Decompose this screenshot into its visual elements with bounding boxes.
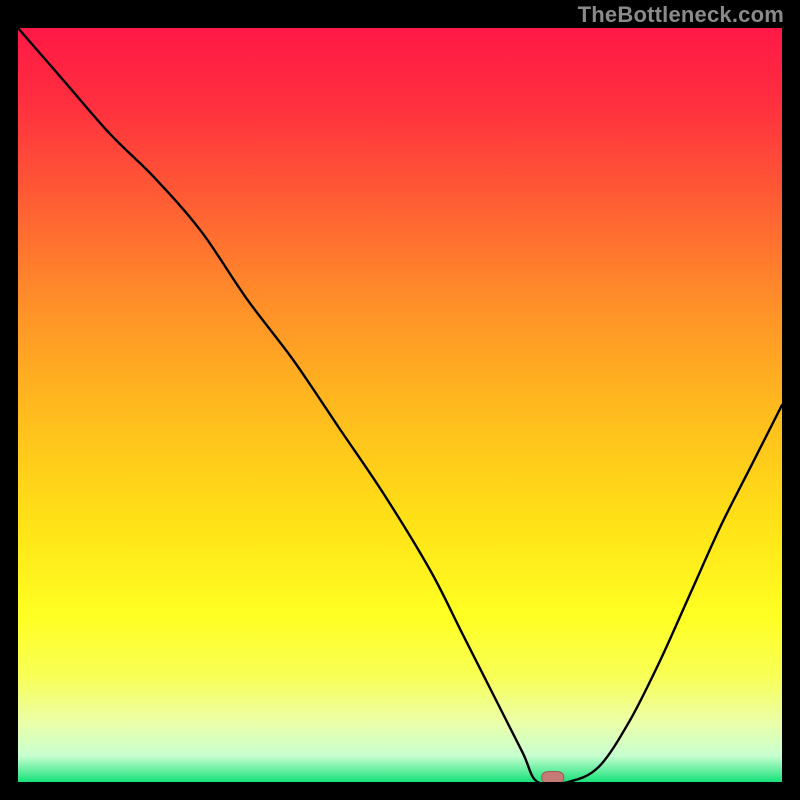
- plot-svg: [18, 28, 782, 782]
- marker-pill: [542, 771, 564, 782]
- gradient-background: [18, 28, 782, 782]
- plot-area: [18, 28, 782, 782]
- chart-frame: TheBottleneck.com: [0, 0, 800, 800]
- watermark-text: TheBottleneck.com: [578, 2, 784, 28]
